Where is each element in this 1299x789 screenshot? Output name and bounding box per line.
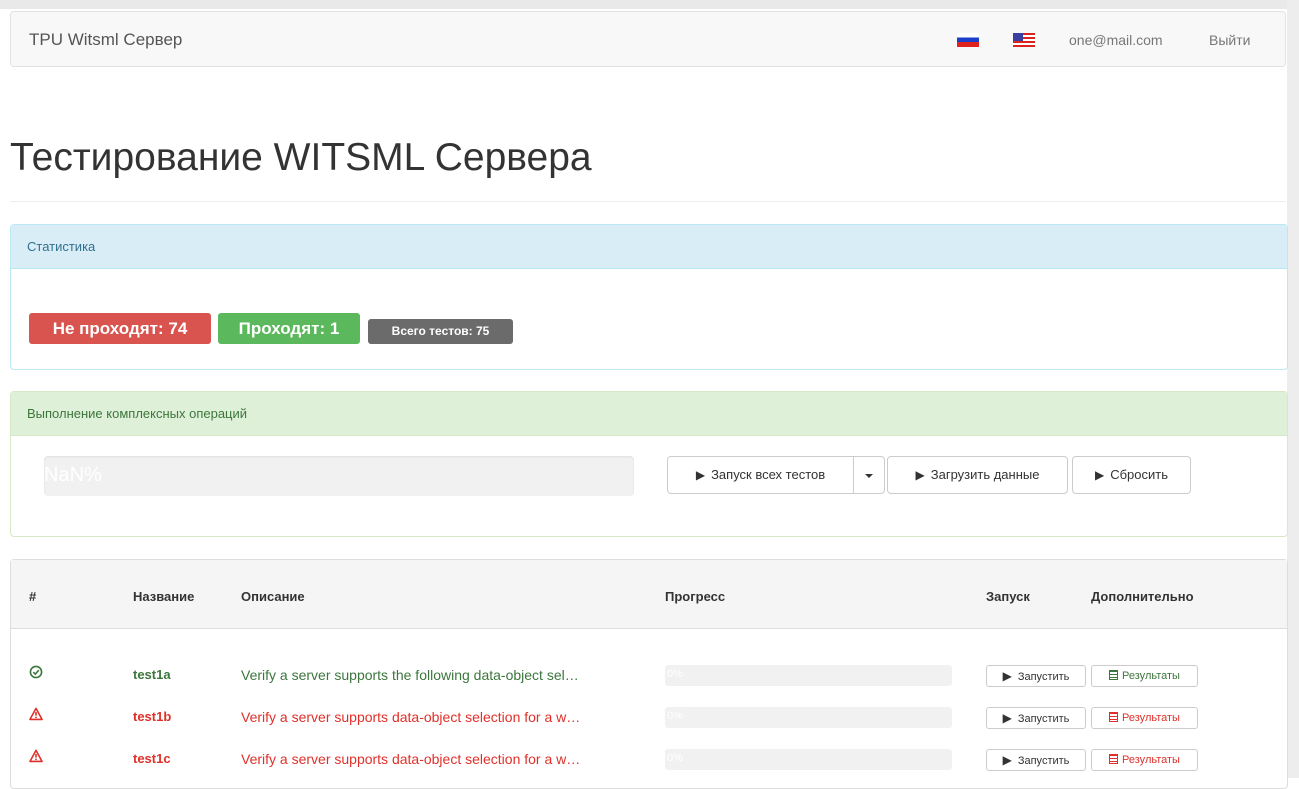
play-icon: ▶ — [1002, 711, 1012, 725]
test-progress-text: 0% — [667, 710, 683, 722]
chevron-down-icon — [865, 473, 873, 478]
flag-ru-icon[interactable] — [957, 33, 979, 47]
reset-label: Сбросить — [1110, 467, 1169, 482]
column-header-description: Описание — [241, 589, 305, 604]
failing-count-badge: Не проходят: 74 — [29, 313, 211, 344]
overall-progress-text: NaN% — [44, 464, 102, 486]
operations-panel-heading: Выполнение комплексных операций — [11, 392, 1287, 436]
total-count-badge: Всего тестов: 75 — [368, 319, 513, 344]
table-row: test1a Verify a server supports the foll… — [11, 662, 1287, 695]
page-title: Тестирование WITSML Сервера — [10, 136, 592, 179]
test-name[interactable]: test1b — [133, 709, 171, 724]
test-progress-bar: 0% — [665, 665, 952, 686]
passing-count-badge: Проходят: 1 — [218, 313, 360, 344]
play-icon: ▶ — [1094, 468, 1105, 482]
check-circle-icon — [29, 665, 43, 679]
results-button[interactable]: Результаты — [1091, 707, 1198, 729]
run-test-label: Запустить — [1017, 713, 1070, 725]
run-test-label: Запустить — [1017, 671, 1070, 683]
run-test-button[interactable]: ▶ Запустить — [986, 749, 1086, 771]
flag-us-icon[interactable] — [1013, 33, 1035, 47]
column-header-extra: Дополнительно — [1091, 589, 1194, 604]
test-progress-bar: 0% — [665, 749, 952, 770]
play-icon: ▶ — [1002, 753, 1012, 767]
navbar-brand[interactable]: TPU Witsml Сервер — [29, 30, 182, 50]
list-alt-icon — [1109, 712, 1119, 722]
play-icon: ▶ — [695, 468, 706, 482]
results-button[interactable]: Результаты — [1091, 665, 1198, 687]
play-icon: ▶ — [1002, 669, 1012, 683]
test-description: Verify a server supports the following d… — [241, 667, 579, 683]
results-label: Результаты — [1122, 670, 1180, 682]
logout-link[interactable]: Выйти — [1209, 32, 1250, 48]
table-row: test1b Verify a server supports data-obj… — [11, 704, 1287, 737]
run-test-button[interactable]: ▶ Запустить — [986, 707, 1086, 729]
test-progress-text: 0% — [667, 668, 683, 680]
user-email-link[interactable]: one@mail.com — [1069, 32, 1163, 48]
list-alt-icon — [1109, 754, 1119, 764]
play-icon: ▶ — [915, 468, 925, 482]
column-header-progress: Прогресс — [665, 589, 726, 604]
statistics-panel-heading: Статистика — [11, 225, 1287, 269]
run-test-label: Запустить — [1017, 755, 1070, 767]
results-label: Результаты — [1122, 712, 1180, 724]
window-right-edge — [1287, 0, 1299, 778]
test-progress-text: 0% — [667, 752, 683, 764]
load-data-label: Загрузить данные — [930, 467, 1040, 482]
run-all-dropdown-toggle[interactable] — [853, 456, 885, 494]
results-button[interactable]: Результаты — [1091, 749, 1198, 771]
statistics-panel: Статистика Не проходят: 74 Проходят: 1 В… — [10, 224, 1288, 370]
reset-button[interactable]: ▶ Сбросить — [1072, 456, 1191, 494]
results-label: Результаты — [1122, 754, 1180, 766]
title-divider — [10, 201, 1286, 202]
test-name[interactable]: test1c — [133, 751, 171, 766]
warning-triangle-icon — [29, 749, 43, 763]
overall-progress-bar: NaN% — [44, 456, 634, 496]
test-progress-bar: 0% — [665, 707, 952, 728]
run-all-tests-button[interactable]: ▶ Запуск всех тестов — [667, 456, 854, 494]
test-name[interactable]: test1a — [133, 667, 171, 682]
warning-triangle-icon — [29, 707, 43, 721]
window-top-edge — [0, 0, 1299, 9]
navbar: TPU Witsml Сервер one@mail.com Выйти — [10, 11, 1286, 67]
column-header-number: # — [29, 589, 37, 604]
tests-table: # Название Описание Прогресс Запуск Допо… — [10, 559, 1288, 789]
test-description: Verify a server supports data-object sel… — [241, 709, 581, 725]
operations-panel: Выполнение комплексных операций NaN% ▶ За… — [10, 391, 1288, 537]
column-header-name: Название — [133, 589, 195, 604]
load-data-button[interactable]: ▶ Загрузить данные — [887, 456, 1068, 494]
test-description: Verify a server supports data-object sel… — [241, 751, 581, 767]
table-row: test1c Verify a server supports data-obj… — [11, 746, 1287, 779]
run-test-button[interactable]: ▶ Запустить — [986, 665, 1086, 687]
table-header: # Название Описание Прогресс Запуск Допо… — [11, 560, 1287, 629]
column-header-run: Запуск — [986, 589, 1030, 604]
run-all-tests-label: Запуск всех тестов — [711, 467, 826, 482]
list-alt-icon — [1109, 670, 1119, 680]
